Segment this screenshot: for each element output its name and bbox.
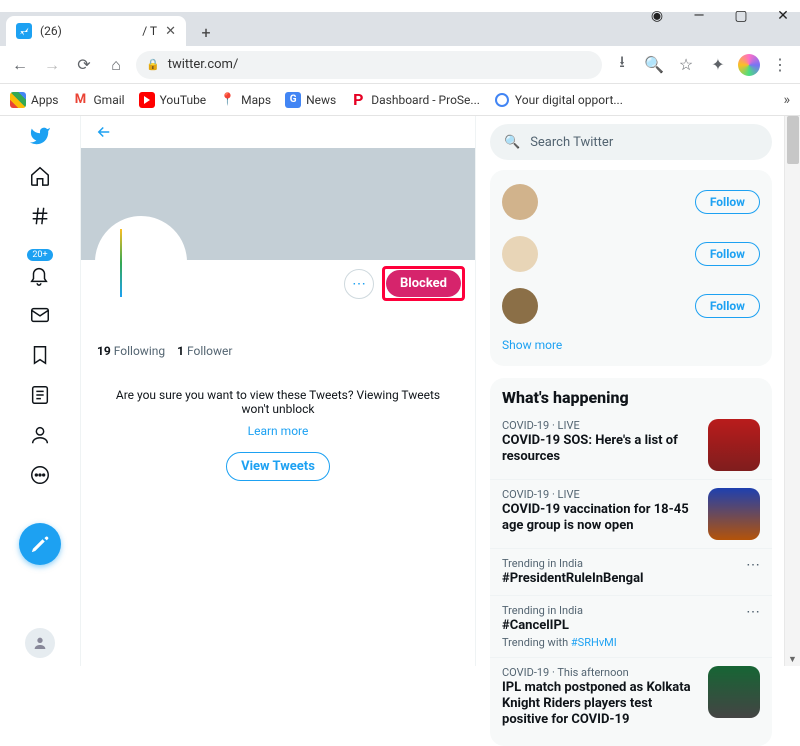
compose-tweet-button[interactable] [19,523,61,565]
nav-home[interactable]: ⌂ [104,53,128,77]
nav-back[interactable]: ← [8,53,32,77]
trend-item[interactable]: Trending in India#PresidentRuleInBengal … [490,548,772,595]
search-icon: 🔍 [504,135,520,150]
nav-more-icon[interactable] [28,463,52,487]
follow-button[interactable]: Follow [695,190,760,214]
nav-reload[interactable]: ⟳ [72,53,96,77]
profile-column: ⋯ Blocked 19 Following 1 Follower Are yo… [80,116,476,666]
new-tab-button[interactable]: + [192,18,220,46]
trend-more-icon[interactable]: ⋯ [746,604,760,620]
nav-notifications[interactable]: 20+ [27,244,52,287]
news-icon: G [285,92,301,108]
browser-tab[interactable]: (26) / T ✕ [6,16,186,46]
profile-stats: 19 Following 1 Follower [81,344,475,358]
bookmark-news[interactable]: GNews [285,92,336,108]
zoom-icon[interactable]: 🔍 [642,53,666,77]
bookmark-dashboard[interactable]: PDashboard - ProSe... [350,92,480,108]
account-switcher[interactable] [25,628,55,658]
twitter-logo[interactable] [28,124,52,148]
tab-title-suffix: / T [142,24,157,38]
blocked-highlight: Blocked [382,266,465,301]
search-box[interactable]: 🔍 Search Twitter [490,124,772,160]
trend-thumb [708,488,760,540]
browser-toolbar: ← → ⟳ ⌂ 🔒 twitter.com/ ⭳ 🔍 ☆ ✦ ⋮ [0,46,800,84]
nav-explore-icon[interactable] [28,204,52,228]
trend-thumb [708,666,760,718]
view-tweets-button[interactable]: View Tweets [226,452,330,481]
bookmark-youtube[interactable]: YouTube [139,92,207,108]
google-icon [494,92,510,108]
nav-messages-icon[interactable] [28,303,52,327]
nav-home-icon[interactable] [28,164,52,188]
url-text: twitter.com/ [168,57,239,72]
back-button[interactable] [81,116,475,148]
trend-thumb [708,419,760,471]
show-more-link[interactable]: Show more [502,332,760,358]
lock-icon: 🔒 [146,58,160,71]
apps-shortcut[interactable]: Apps [10,92,59,108]
follow-button[interactable]: Follow [695,242,760,266]
page-scrollbar[interactable]: ▲ ▼ [784,116,800,666]
follow-button[interactable]: Follow [695,294,760,318]
trend-item[interactable]: COVID-19 · LIVECOVID-19 vaccination for … [490,479,772,548]
address-bar[interactable]: 🔒 twitter.com/ [136,51,602,79]
browser-menu-icon[interactable]: ⋮ [768,53,792,77]
trend-more-icon[interactable]: ⋯ [746,557,760,573]
avatar-icon [502,184,538,220]
scroll-thumb[interactable] [787,116,799,164]
pinterest-icon: P [350,92,366,108]
incognito-icon: ◉ [650,8,664,24]
profile-avatar[interactable] [95,216,187,308]
blocked-confirm-text: Are you sure you want to view these Twee… [81,358,475,424]
window-minimize[interactable]: — [692,8,706,24]
whats-happening: What's happening COVID-19 · LIVECOVID-19… [490,378,772,746]
suggestion-row[interactable]: Follow [502,176,760,228]
nav-profile-icon[interactable] [28,423,52,447]
bookmarks-overflow[interactable]: » [783,92,790,108]
followers-link[interactable]: 1 Follower [177,344,232,358]
following-link[interactable]: 19 Following [97,344,165,358]
sidebar: 20+ [0,116,80,666]
nav-lists-icon[interactable] [28,383,52,407]
bookmarks-bar: Apps MGmail YouTube 📍Maps GNews PDashboa… [0,84,800,116]
nav-bookmarks-icon[interactable] [28,343,52,367]
window-close[interactable]: ✕ [776,8,790,24]
avatar-icon [502,236,538,272]
install-icon[interactable]: ⭳ [610,53,634,77]
who-to-follow: Follow Follow Follow Show more [490,170,772,366]
trend-item[interactable]: COVID-19 · This afternoonIPL match postp… [490,657,772,737]
bell-icon [27,263,51,287]
tab-close-icon[interactable]: ✕ [165,24,176,39]
bookmark-maps[interactable]: 📍Maps [220,92,271,108]
tab-title: (26) [40,24,62,38]
extensions-icon[interactable]: ✦ [706,53,730,77]
scroll-down-icon[interactable]: ▼ [788,654,797,665]
apps-icon [10,92,26,108]
maps-icon: 📍 [220,92,236,108]
profile-more-button[interactable]: ⋯ [344,269,374,299]
bookmark-star-icon[interactable]: ☆ [674,53,698,77]
nav-forward: → [40,53,64,77]
suggestion-row[interactable]: Follow [502,228,760,280]
profile-avatar-ext[interactable] [738,54,760,76]
search-placeholder: Search Twitter [530,135,613,150]
blocked-button[interactable]: Blocked [386,270,461,297]
suggestion-row[interactable]: Follow [502,280,760,332]
window-maximize[interactable]: ▢ [734,8,748,24]
gmail-icon: M [73,92,89,108]
right-column: 🔍 Search Twitter Follow Follow Follow Sh… [476,116,784,666]
youtube-icon [139,92,155,108]
trend-item[interactable]: Trending in India#CancelIPLTrending with… [490,595,772,656]
bookmark-gmail[interactable]: MGmail [73,92,125,108]
whats-happening-heading: What's happening [490,388,772,411]
bookmark-digital[interactable]: Your digital opport... [494,92,623,108]
avatar-icon [502,288,538,324]
notif-badge: 20+ [27,249,52,261]
twitter-favicon [16,23,32,39]
trend-item[interactable]: COVID-19 · LIVECOVID-19 SOS: Here's a li… [490,411,772,479]
learn-more-link[interactable]: Learn more [81,424,475,438]
